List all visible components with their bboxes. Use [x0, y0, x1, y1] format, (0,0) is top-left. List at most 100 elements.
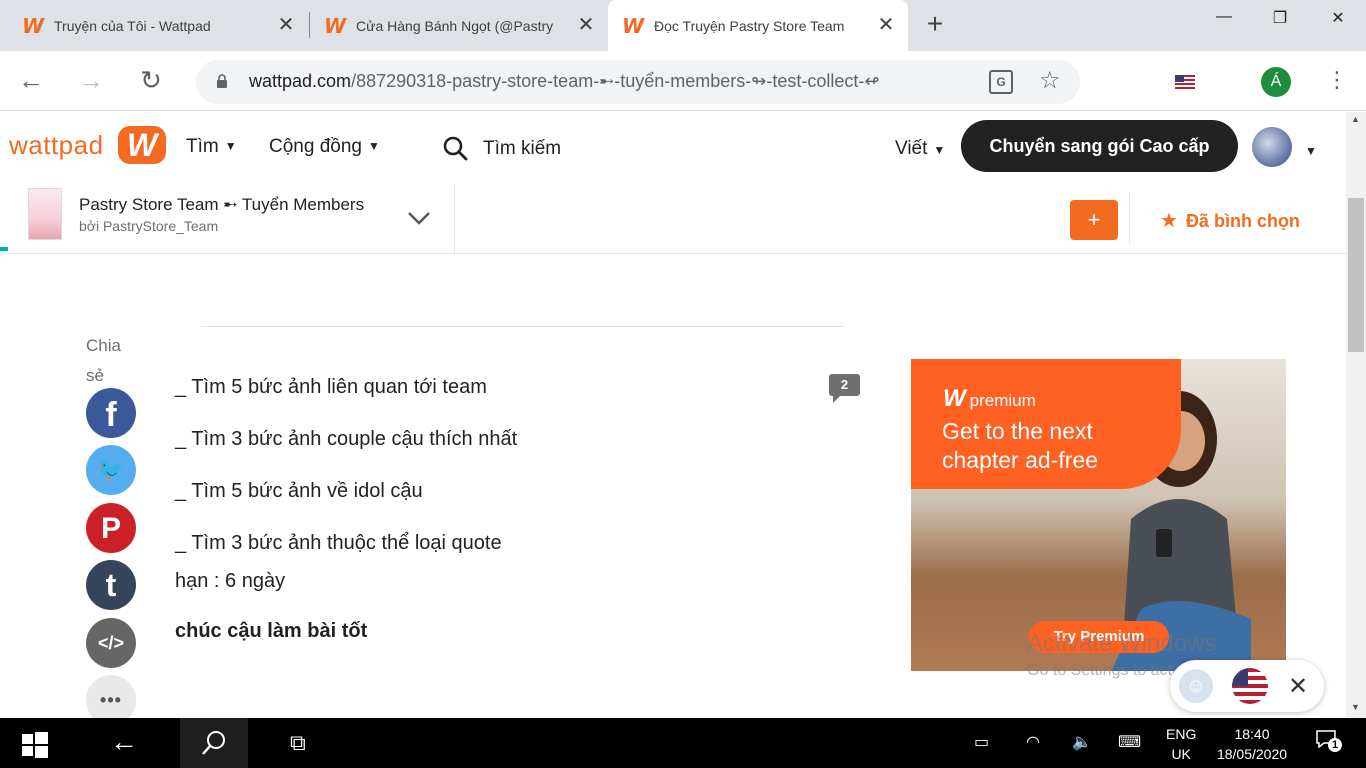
- wattpad-favicon-icon: W: [324, 13, 347, 38]
- divider: [454, 184, 455, 254]
- wifi-icon[interactable]: ◠: [1026, 732, 1040, 752]
- task-view-icon[interactable]: ⧉: [290, 730, 306, 756]
- share-pinterest-button[interactable]: P: [86, 503, 136, 553]
- browser-tab-1[interactable]: W Truyện của Tôi - Wattpad ✕: [0, 0, 308, 51]
- wattpad-header: wattpad W Tìm ▼ Cộng đồng ▼ Tìm kiếm Viết ▼…: [0, 112, 1346, 184]
- nav-browse-label: Tìm: [186, 136, 219, 157]
- url-text[interactable]: wattpad.com/887290318-pastry-store-team-…: [249, 71, 939, 92]
- caret-down-icon[interactable]: ▼: [1305, 144, 1317, 158]
- minimize-button[interactable]: —: [1204, 8, 1244, 32]
- profile-avatar[interactable]: Á: [1261, 67, 1291, 97]
- caret-down-icon: ▼: [224, 139, 237, 153]
- back-arrow-icon[interactable]: ←: [16, 66, 46, 96]
- add-to-list-button[interactable]: +: [1070, 200, 1118, 240]
- notification-count: 1: [1328, 738, 1342, 752]
- keyboard-icon[interactable]: ⌨: [1118, 732, 1141, 752]
- scrollbar-thumb[interactable]: [1348, 198, 1364, 352]
- close-icon[interactable]: ✕: [1288, 672, 1308, 701]
- user-avatar[interactable]: [1252, 127, 1292, 167]
- tab-title: Cửa Hàng Bánh Ngọt (@Pastry: [356, 17, 554, 34]
- search-icon[interactable]: [442, 135, 468, 161]
- url-domain: wattpad.com: [249, 71, 352, 91]
- story-paragraph: _ Tìm 3 bức ảnh couple cậu thích nhất: [175, 428, 518, 450]
- browser-tab-strip: W Truyện của Tôi - Wattpad ✕ W Cửa Hàng …: [0, 0, 1366, 51]
- caret-down-icon: ▼: [933, 143, 946, 157]
- search-input[interactable]: Tìm kiếm: [483, 138, 561, 160]
- write-menu[interactable]: Viết ▼: [895, 138, 945, 160]
- smiley-icon[interactable]: ☺: [1179, 669, 1213, 703]
- share-label: Chia sẻ: [86, 336, 121, 385]
- star-icon: ★: [1160, 210, 1178, 232]
- story-paragraph: _ Tìm 3 bức ảnh thuộc thể loại quote: [175, 532, 502, 554]
- window-close-button[interactable]: ✕: [1318, 8, 1358, 32]
- reload-icon[interactable]: ↻: [136, 66, 166, 96]
- nav-community[interactable]: Cộng đồng ▼: [269, 136, 380, 158]
- volume-icon[interactable]: 🔈: [1072, 732, 1092, 752]
- language-toast: ☺ ✕: [1170, 660, 1324, 712]
- reading-progress-bar: [0, 247, 8, 251]
- divider: [1129, 194, 1130, 244]
- browser-tab-active[interactable]: W Đọc Truyện Pastry Store Team ✕: [608, 0, 908, 51]
- close-tab-icon[interactable]: ✕: [576, 15, 596, 35]
- wattpad-logo-icon: W: [943, 385, 966, 412]
- translate-icon[interactable]: G: [989, 70, 1013, 94]
- story-paragraph: chúc cậu làm bài tốt: [175, 620, 368, 642]
- input-language-indicator[interactable]: ENG UK: [1166, 724, 1196, 764]
- try-premium-button[interactable]: Try Premium: [1029, 621, 1169, 653]
- close-tab-icon[interactable]: ✕: [876, 15, 896, 35]
- browser-menu-icon[interactable]: ⋮: [1326, 65, 1348, 95]
- lock-icon[interactable]: [216, 74, 228, 88]
- taskbar-search-button[interactable]: [180, 718, 248, 768]
- wattpad-favicon-icon: W: [22, 13, 45, 38]
- wattpad-favicon-icon: W: [622, 13, 645, 38]
- clock-date: 18/05/2020: [1216, 746, 1288, 762]
- forward-arrow-icon[interactable]: →: [76, 66, 106, 96]
- story-paragraph: hạn : 6 ngày: [175, 570, 286, 592]
- ad-brand-label: premium: [969, 391, 1036, 410]
- premium-ad[interactable]: Wpremium Get to the next chapter ad-free…: [911, 359, 1286, 671]
- story-header: Pastry Store Team ➸ Tuyển Members bởi Pa…: [0, 184, 1346, 254]
- share-embed-button[interactable]: </>: [86, 618, 136, 668]
- windows-taskbar: ← ⧉ ▭ ◠ 🔈 ⌨ ENG UK 18:40 18/05/2020 1: [0, 718, 1366, 768]
- close-tab-icon[interactable]: ✕: [276, 15, 296, 35]
- us-flag-extension-icon[interactable]: [1175, 75, 1195, 89]
- inline-comment-count[interactable]: 2: [829, 374, 860, 403]
- story-cover-image[interactable]: [28, 188, 62, 240]
- vote-label: Đã bình chọn: [1185, 211, 1300, 231]
- windows-start-icon[interactable]: [22, 732, 48, 758]
- us-flag-icon[interactable]: [1232, 668, 1268, 704]
- chevron-down-icon[interactable]: [406, 204, 432, 230]
- content-divider: [201, 326, 844, 327]
- browser-toolbar: ← → ↻ wattpad.com/887290318-pastry-store…: [0, 51, 1366, 111]
- scroll-up-icon[interactable]: ▲: [1351, 114, 1360, 124]
- go-premium-button[interactable]: Chuyển sang gói Cao cấp: [961, 120, 1238, 172]
- clock[interactable]: 18:40 18/05/2020: [1212, 724, 1292, 764]
- page-scrollbar[interactable]: ▲ ▼: [1346, 112, 1366, 718]
- new-tab-button[interactable]: +: [922, 10, 948, 38]
- scroll-down-icon[interactable]: ▼: [1351, 702, 1360, 712]
- write-label: Viết: [895, 138, 928, 159]
- story-paragraph: _ Tìm 5 bức ảnh liên quan tới team: [175, 376, 487, 398]
- battery-icon[interactable]: ▭: [974, 732, 989, 752]
- nav-community-label: Cộng đồng: [269, 136, 362, 157]
- browser-tab-2[interactable]: W Cửa Hàng Bánh Ngọt (@Pastry ✕: [310, 0, 608, 51]
- nav-browse[interactable]: Tìm ▼: [186, 136, 237, 158]
- wattpad-logo-icon[interactable]: W: [118, 126, 166, 164]
- tab-title: Truyện của Tôi - Wattpad: [54, 17, 211, 34]
- bookmark-star-icon[interactable]: ☆: [1039, 66, 1061, 95]
- notification-center-icon[interactable]: 1: [1316, 730, 1342, 752]
- caret-down-icon: ▼: [367, 139, 380, 153]
- wattpad-logo[interactable]: wattpad: [9, 130, 104, 161]
- vote-button[interactable]: ★ Đã bình chọn: [1160, 208, 1300, 233]
- share-tumblr-button[interactable]: t: [86, 560, 136, 610]
- story-title[interactable]: Pastry Store Team ➸ Tuyển Members: [79, 195, 364, 215]
- tab-title: Đọc Truyện Pastry Store Team: [654, 17, 845, 34]
- share-twitter-button[interactable]: 🐦: [86, 445, 136, 495]
- maximize-button[interactable]: ❐: [1260, 8, 1300, 32]
- back-arrow-icon[interactable]: ←: [110, 726, 138, 758]
- share-facebook-button[interactable]: f: [86, 388, 136, 438]
- story-paragraph: _ Tìm 5 bức ảnh về idol cậu: [175, 480, 423, 502]
- address-bar[interactable]: wattpad.com/887290318-pastry-store-team-…: [196, 60, 1080, 104]
- story-author[interactable]: bởi PastryStore_Team: [79, 218, 218, 234]
- lang-code: ENG: [1166, 726, 1197, 742]
